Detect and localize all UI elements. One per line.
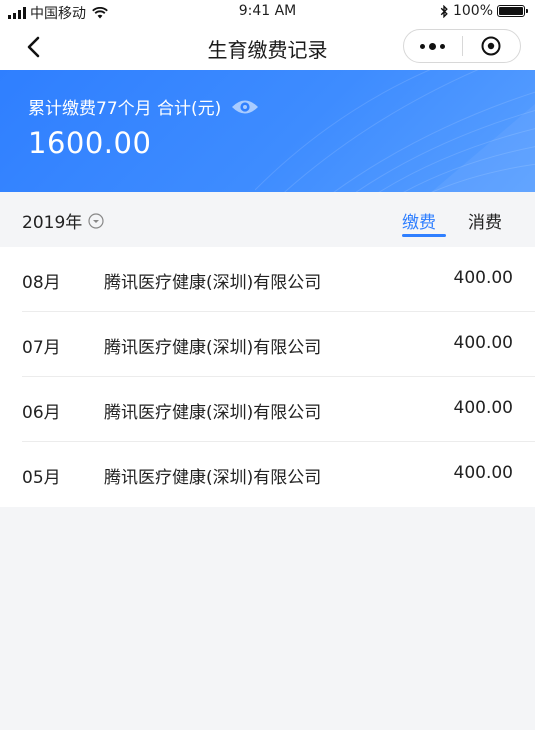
- active-tab-indicator: [402, 234, 446, 237]
- more-button[interactable]: [404, 30, 462, 62]
- table-row[interactable]: 05月 腾讯医疗健康(深圳)有限公司 400.00: [0, 442, 535, 507]
- record-amount: 400.00: [453, 333, 513, 353]
- filter-row: 2019年 缴费 消费: [0, 192, 535, 247]
- status-bar: 中国移动 9:41 AM 100%: [0, 0, 535, 22]
- battery-percent: 100%: [452, 3, 493, 19]
- tab-consumption[interactable]: 消费: [468, 208, 502, 233]
- record-company: 腾讯医疗健康(深圳)有限公司: [104, 403, 322, 423]
- summary-label: 累计缴费77个月 合计(元): [28, 99, 222, 119]
- record-month: 08月: [22, 273, 61, 293]
- summary-label-row: 累计缴费77个月 合计(元): [28, 94, 259, 119]
- record-amount: 400.00: [453, 463, 513, 483]
- mini-program-capsule: [403, 29, 521, 63]
- record-company: 腾讯医疗健康(深圳)有限公司: [104, 338, 322, 358]
- table-row[interactable]: 08月 腾讯医疗健康(深圳)有限公司 400.00: [0, 247, 535, 312]
- banner-decoration: [255, 70, 535, 192]
- more-dots-icon: [420, 42, 446, 50]
- record-amount: 400.00: [453, 268, 513, 288]
- record-company: 腾讯医疗健康(深圳)有限公司: [104, 468, 322, 488]
- year-selector[interactable]: 2019年: [22, 208, 104, 233]
- table-row[interactable]: 07月 腾讯医疗健康(深圳)有限公司 400.00: [0, 312, 535, 377]
- year-label: 2019年: [22, 213, 83, 233]
- record-month: 05月: [22, 468, 61, 488]
- status-right: 100%: [439, 3, 528, 19]
- record-month: 07月: [22, 338, 61, 358]
- table-row[interactable]: 06月 腾讯医疗健康(深圳)有限公司 400.00: [0, 377, 535, 442]
- nav-bar: 生育缴费记录: [0, 22, 535, 70]
- eye-icon[interactable]: [231, 98, 259, 116]
- close-button[interactable]: [463, 30, 521, 62]
- target-circle-icon: [481, 36, 501, 56]
- chevron-down-circle-icon: [88, 212, 104, 229]
- tab-payment[interactable]: 缴费: [402, 208, 436, 233]
- battery-icon: [497, 5, 528, 17]
- record-month: 06月: [22, 403, 61, 423]
- summary-banner: 累计缴费77个月 合计(元) 1600.00: [0, 70, 535, 192]
- records-list: 08月 腾讯医疗健康(深圳)有限公司 400.00 07月 腾讯医疗健康(深圳)…: [0, 247, 535, 507]
- record-amount: 400.00: [453, 398, 513, 418]
- record-company: 腾讯医疗健康(深圳)有限公司: [104, 273, 322, 293]
- summary-amount: 1600.00: [28, 126, 152, 160]
- bluetooth-icon: [440, 4, 448, 18]
